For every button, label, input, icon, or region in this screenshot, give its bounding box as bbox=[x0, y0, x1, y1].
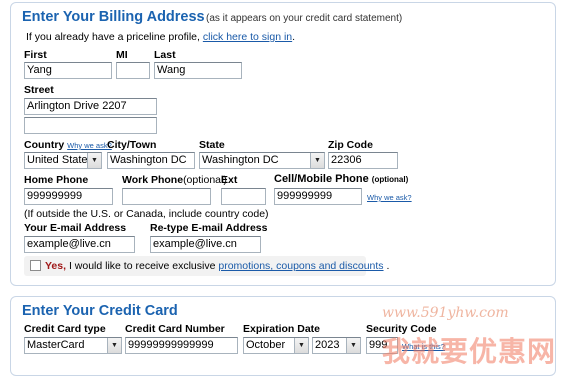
state-label: State bbox=[199, 139, 225, 151]
card-number-input[interactable]: 99999999999999 bbox=[125, 337, 238, 354]
email-input[interactable]: example@live.cn bbox=[24, 236, 135, 253]
email-label: Your E-mail Address bbox=[24, 222, 127, 234]
promo-optin-bar: Yes, I would like to receive exclusive p… bbox=[24, 256, 389, 276]
expiration-label: Expiration Date bbox=[243, 323, 321, 335]
card-type-select[interactable]: MasterCard ▼ bbox=[24, 337, 122, 354]
cell-why-link[interactable]: Why we ask? bbox=[367, 193, 412, 202]
street-line2-input[interactable] bbox=[24, 117, 157, 134]
expiration-year-select[interactable]: 2023 ▼ bbox=[312, 337, 361, 354]
chevron-down-icon: ▼ bbox=[294, 338, 308, 353]
country-why-link[interactable]: Why we ask? bbox=[67, 141, 112, 150]
home-phone-input[interactable]: 999999999 bbox=[24, 188, 113, 205]
first-name-input[interactable]: Yang bbox=[24, 62, 112, 79]
chevron-down-icon: ▼ bbox=[107, 338, 121, 353]
country-select[interactable]: United States ▼ bbox=[24, 152, 102, 169]
last-name-label: Last bbox=[154, 49, 176, 61]
city-input[interactable]: Washington DC bbox=[107, 152, 195, 169]
promo-text: I would like to receive exclusive bbox=[68, 260, 216, 272]
first-name-label: First bbox=[24, 49, 47, 61]
billing-subtitle: (as it appears on your credit card state… bbox=[206, 13, 403, 24]
signin-line: If you already have a priceline profile,… bbox=[26, 31, 295, 43]
promo-checkbox[interactable] bbox=[30, 260, 41, 271]
international-note: (If outside the U.S. or Canada, include … bbox=[24, 208, 269, 220]
middle-initial-label: MI bbox=[116, 49, 128, 61]
cell-phone-label: Cell/Mobile Phone (optional) bbox=[274, 173, 408, 185]
cell-phone-label-text: Cell/Mobile Phone bbox=[274, 173, 369, 185]
promo-link[interactable]: promotions, coupons and discounts bbox=[218, 260, 383, 272]
promo-text-line: Yes, I would like to receive exclusive p… bbox=[45, 260, 389, 272]
city-label: City/Town bbox=[107, 139, 157, 151]
promo-yes: Yes, bbox=[45, 260, 67, 272]
zip-label: Zip Code bbox=[328, 139, 373, 151]
country-label: Country Why we ask? bbox=[24, 139, 112, 151]
cell-phone-optional: (optional) bbox=[371, 175, 409, 184]
ext-input[interactable] bbox=[221, 188, 266, 205]
chevron-down-icon: ▼ bbox=[346, 338, 360, 353]
retype-email-input[interactable]: example@live.cn bbox=[150, 236, 261, 253]
credit-card-title: Enter Your Credit Card bbox=[22, 303, 178, 319]
card-number-label: Credit Card Number bbox=[125, 323, 225, 335]
card-type-label: Credit Card type bbox=[24, 323, 106, 335]
chevron-down-icon: ▼ bbox=[310, 153, 324, 168]
chevron-down-icon: ▼ bbox=[87, 153, 101, 168]
ext-label: Ext bbox=[221, 174, 238, 186]
signin-prefix: If you already have a priceline profile, bbox=[26, 31, 200, 43]
billing-title: Enter Your Billing Address bbox=[22, 9, 205, 25]
zip-input[interactable]: 22306 bbox=[328, 152, 398, 169]
signin-link[interactable]: click here to sign in bbox=[203, 31, 292, 43]
watermark-text: 我就要优惠网 bbox=[382, 335, 557, 368]
work-phone-label-text: Work Phone bbox=[122, 174, 184, 186]
middle-initial-input[interactable] bbox=[116, 62, 150, 79]
street-label: Street bbox=[24, 84, 54, 96]
country-label-text: Country bbox=[24, 139, 65, 151]
state-select-value: Washington DC bbox=[202, 154, 279, 166]
expiration-month-value: October bbox=[246, 339, 286, 351]
home-phone-label: Home Phone bbox=[24, 174, 89, 186]
last-name-input[interactable]: Wang bbox=[154, 62, 242, 79]
street-line1-input[interactable]: Arlington Drive 2207 bbox=[24, 98, 157, 115]
promo-suffix: . bbox=[386, 260, 390, 272]
expiration-year-value: 2023 bbox=[315, 339, 340, 351]
expiration-month-select[interactable]: October ▼ bbox=[243, 337, 309, 354]
work-phone-input[interactable] bbox=[122, 188, 211, 205]
signin-suffix: . bbox=[292, 31, 296, 43]
state-select[interactable]: Washington DC ▼ bbox=[199, 152, 325, 169]
cell-phone-input[interactable]: 999999999 bbox=[274, 188, 362, 205]
retype-email-label: Re-type E-mail Address bbox=[150, 222, 268, 234]
card-type-select-value: MasterCard bbox=[27, 339, 85, 351]
watermark-url: www.591yhw.com bbox=[382, 305, 509, 321]
country-select-value: United States bbox=[27, 154, 94, 166]
work-phone-label: Work Phone(optional) bbox=[122, 174, 227, 186]
